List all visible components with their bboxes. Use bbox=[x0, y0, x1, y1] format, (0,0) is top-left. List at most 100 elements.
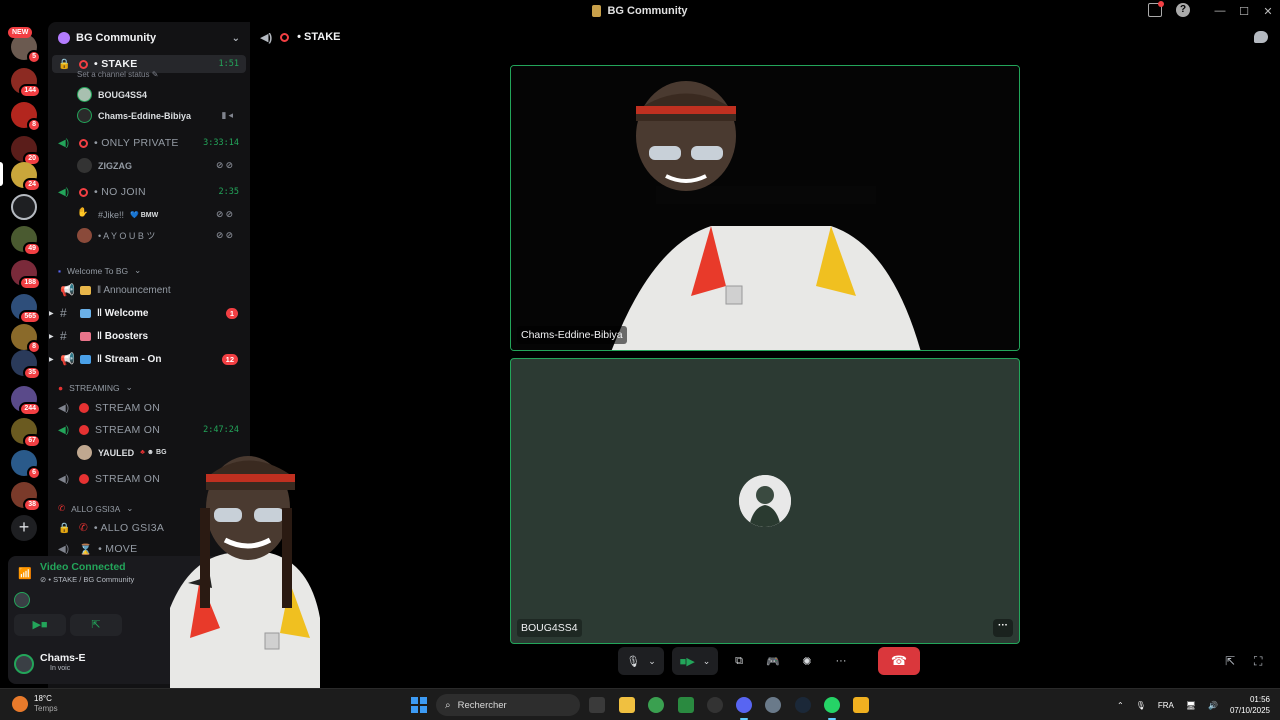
close-button[interactable]: ✕ bbox=[1256, 5, 1280, 18]
category-welcome[interactable]: ▪ Welcome To BG ⌄ bbox=[58, 265, 141, 276]
muted-deafened-icon: ⊘⊘ bbox=[215, 209, 235, 219]
call-channel-name: • STAKE bbox=[297, 31, 341, 43]
participant-avatar bbox=[739, 475, 791, 527]
voice-location[interactable]: ⊘ • STAKE / BG Community bbox=[40, 575, 134, 584]
voice-channel-stream-on[interactable]: ◀) STREAM ON bbox=[48, 400, 250, 416]
server-icon[interactable]: 49 bbox=[11, 226, 41, 256]
steam-icon[interactable] bbox=[795, 697, 811, 713]
microphone-icon[interactable]: 🎙 bbox=[1136, 701, 1146, 710]
chrome-icon[interactable] bbox=[648, 697, 664, 713]
screen-share-icon: ⧉ bbox=[735, 654, 743, 667]
voice-user[interactable]: • A Y O U B ツ ⊘⊘ bbox=[77, 228, 247, 243]
unread-indicator: ▶ bbox=[49, 333, 54, 340]
voice-channel-no-join[interactable]: ◀) • NO JOIN 2:35 bbox=[48, 184, 250, 200]
task-view-icon[interactable] bbox=[589, 697, 605, 713]
app-icon[interactable] bbox=[707, 697, 723, 713]
signal-icon[interactable]: 📶 bbox=[18, 567, 32, 580]
bg-community-server-icon[interactable] bbox=[11, 194, 37, 220]
category-allo[interactable]: ✆ ALLO GSI3A ⌄ bbox=[58, 503, 133, 514]
discord-icon[interactable] bbox=[736, 697, 752, 713]
chevron-up-icon[interactable]: ⌃ bbox=[1117, 701, 1124, 710]
more-options-button[interactable]: ··· bbox=[993, 619, 1013, 637]
server-icon[interactable]: 38 bbox=[11, 482, 41, 512]
server-icon[interactable]: 20 bbox=[11, 136, 41, 166]
speaker-icon: ◀) bbox=[58, 543, 70, 555]
announcement-icon: 📢 bbox=[60, 352, 75, 366]
chat-icon[interactable] bbox=[1254, 31, 1268, 43]
server-icon[interactable]: 6 bbox=[11, 450, 41, 480]
text-channel[interactable]: ▶ 📢 ‖ Stream - On 12 bbox=[48, 351, 250, 367]
minimize-button[interactable]: — bbox=[1208, 5, 1232, 17]
more-button[interactable]: ··· bbox=[828, 647, 854, 675]
voice-channel-only-private[interactable]: ◀) • ONLY PRIVATE 3:33:14 bbox=[48, 135, 250, 151]
file-explorer-icon[interactable] bbox=[619, 697, 635, 713]
activities-button[interactable]: 🎮 bbox=[760, 647, 786, 675]
server-icon[interactable]: 8 bbox=[11, 102, 41, 132]
camera-button[interactable]: ▶■ bbox=[14, 614, 66, 636]
voice-user[interactable]: Chams-Eddine-Bibiya ▮◂ bbox=[77, 108, 247, 123]
no-entry-icon bbox=[280, 32, 290, 42]
camera-button[interactable]: ■▶ ⌄ bbox=[672, 647, 718, 675]
voice-user[interactable]: ZIGZAG ⊘⊘ bbox=[77, 158, 247, 173]
video-tile[interactable]: Chams-Eddine-Bibiya bbox=[510, 65, 1020, 351]
server-icon[interactable]: 35 bbox=[11, 350, 41, 380]
server-icon[interactable]: 144 bbox=[11, 68, 41, 98]
language-indicator[interactable]: FRA bbox=[1158, 701, 1174, 710]
text-channel[interactable]: ▶ # ‖ Welcome 1 bbox=[48, 305, 250, 321]
settings-icon[interactable] bbox=[765, 697, 781, 713]
add-server-button[interactable]: + bbox=[11, 515, 37, 541]
mention-count: 12 bbox=[221, 353, 238, 365]
server-icon[interactable]: 67 bbox=[11, 418, 41, 448]
maximize-button[interactable]: ☐ bbox=[1232, 5, 1256, 18]
text-channel[interactable]: ▶ # ‖ Boosters bbox=[48, 328, 250, 344]
voice-channel-stream-on[interactable]: ◀) STREAM ON 2:47:24 bbox=[48, 422, 250, 438]
windows-start-button[interactable] bbox=[411, 697, 427, 713]
taskbar-search[interactable]: ⌕ Rechercher bbox=[436, 694, 580, 716]
microphone-button[interactable]: 🎙 ⌄ bbox=[618, 647, 664, 675]
weather-widget[interactable]: 18°C Temps bbox=[12, 694, 58, 714]
user-avatar[interactable] bbox=[14, 654, 34, 674]
terminal-app-icon[interactable] bbox=[678, 697, 694, 713]
volume-icon[interactable]: 🔊 bbox=[1208, 701, 1218, 710]
rockstar-icon[interactable] bbox=[853, 697, 869, 713]
inbox-icon[interactable] bbox=[1148, 1, 1164, 17]
red-circle-icon bbox=[79, 425, 89, 435]
server-icon[interactable]: 8 bbox=[11, 324, 41, 354]
voice-user[interactable]: BOUG4SS4 bbox=[77, 87, 247, 102]
server-icon[interactable]: 244 bbox=[11, 386, 41, 416]
screen-share-button[interactable]: ⧉ bbox=[726, 647, 752, 675]
fullscreen-icon[interactable]: ⛶ bbox=[1254, 654, 1262, 669]
help-icon[interactable]: ? bbox=[1176, 3, 1190, 17]
disconnect-button[interactable]: ☎ bbox=[878, 647, 920, 675]
text-channel[interactable]: 📢 ‖ Announcement bbox=[48, 282, 250, 298]
server-icon[interactable]: 565 bbox=[11, 294, 41, 324]
soundboard-button[interactable]: ✺ bbox=[794, 647, 820, 675]
server-icon[interactable]: 24 bbox=[11, 162, 41, 192]
screen-share-button[interactable]: ⇱ bbox=[70, 614, 122, 636]
search-icon: ⌕ bbox=[445, 699, 451, 711]
whatsapp-icon[interactable] bbox=[824, 697, 840, 713]
chevron-down-icon: ⌄ bbox=[231, 32, 240, 44]
user-name[interactable]: Chams-E bbox=[40, 652, 86, 664]
avatar bbox=[77, 228, 92, 243]
clock[interactable]: 01:56 07/10/2025 bbox=[1230, 694, 1270, 716]
category-streaming[interactable]: ● STREAMING ⌄ bbox=[58, 382, 133, 393]
server-icon[interactable]: 188 bbox=[11, 260, 41, 290]
popout-icon[interactable]: ⇱ bbox=[1225, 654, 1235, 668]
speaker-icon: ◀) bbox=[58, 137, 70, 149]
red-circle-icon: ● bbox=[58, 382, 64, 393]
channel-status-hint[interactable]: Set a channel status ✎ bbox=[77, 70, 158, 79]
channel-emoji-icon bbox=[80, 308, 91, 318]
participant-name-tag: BOUG4SS4 bbox=[517, 619, 582, 637]
channel-name: • STAKE bbox=[94, 58, 138, 70]
system-tray: ⌃ 🎙 FRA 🖥 🔊 01:56 07/10/2025 bbox=[1117, 694, 1270, 716]
guild-header[interactable]: BG Community ⌄ bbox=[48, 22, 250, 54]
app-logo-icon bbox=[592, 5, 602, 17]
voice-user[interactable]: ✋ #Jike!! 💙 BMW ⊘⊘ bbox=[77, 207, 247, 222]
guild-boost-icon bbox=[58, 32, 70, 44]
avatar: ✋ bbox=[77, 207, 92, 222]
network-icon[interactable]: 🖥 bbox=[1186, 701, 1196, 710]
audio-tile[interactable]: BOUG4SS4 ··· bbox=[510, 358, 1020, 644]
voice-status[interactable]: Video Connected bbox=[40, 561, 126, 573]
channel-timer: 3:33:14 bbox=[203, 138, 239, 148]
